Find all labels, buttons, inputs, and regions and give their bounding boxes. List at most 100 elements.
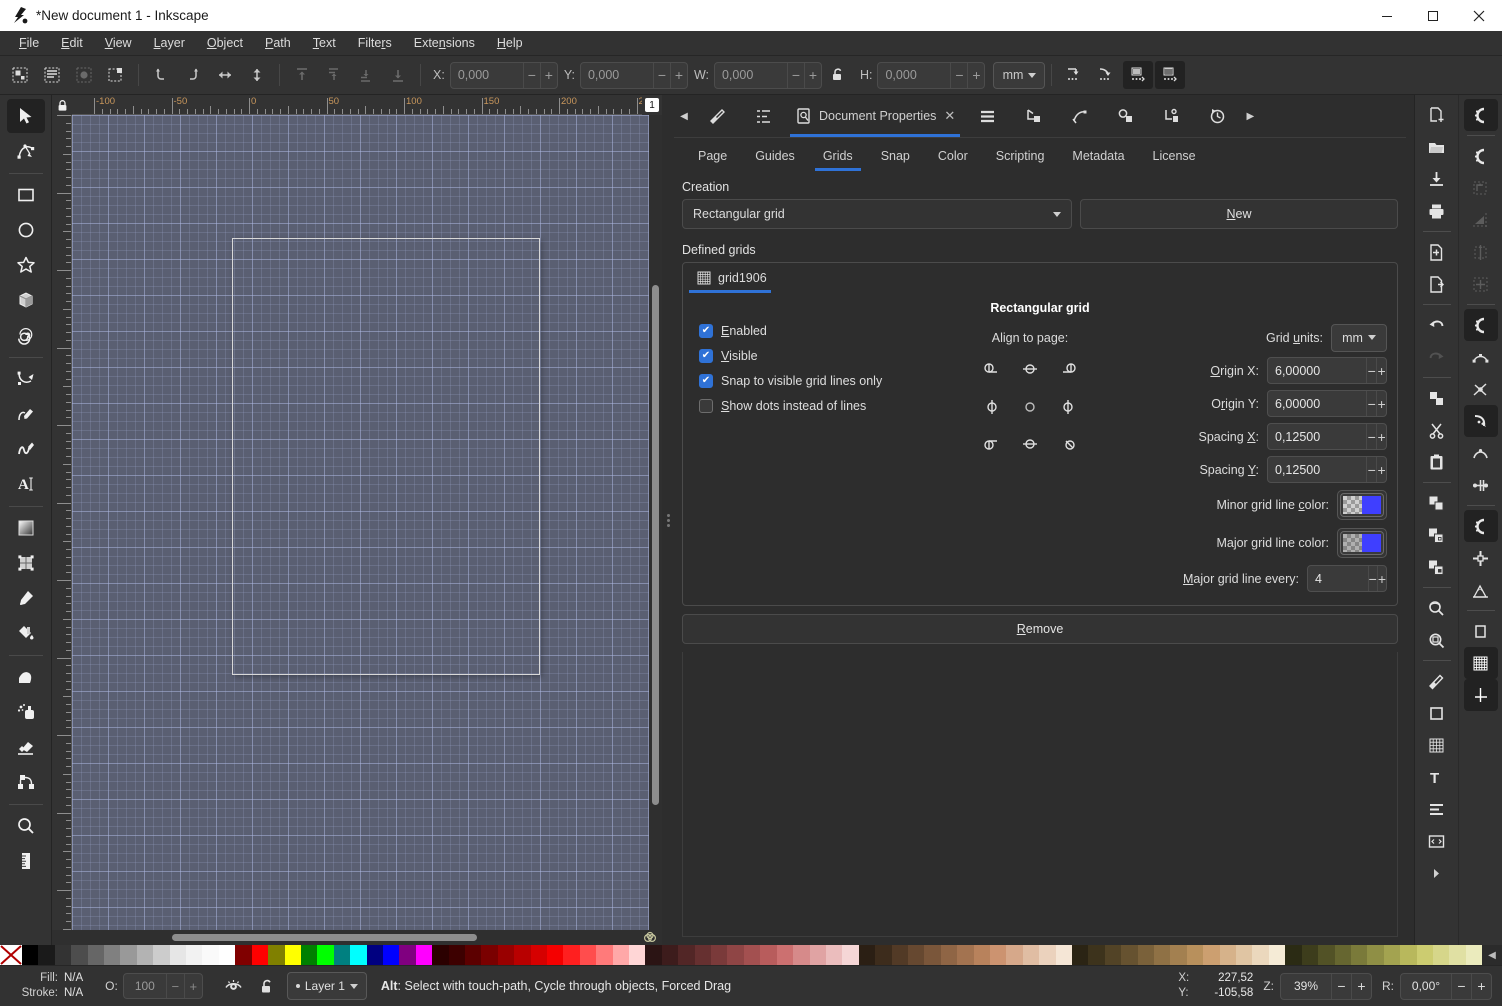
opacity-input[interactable] [124,974,166,998]
origin-y-decrement[interactable]: − [1366,391,1376,416]
subtab-snap[interactable]: Snap [867,138,924,174]
save-document-icon[interactable] [1420,163,1454,195]
palette-swatch[interactable] [449,945,465,965]
palette-swatch[interactable] [399,945,415,965]
flip-vertical-icon[interactable] [242,61,272,89]
select-same-icon[interactable] [69,61,99,89]
subtab-metadata[interactable]: Metadata [1058,138,1138,174]
palette-swatch[interactable] [1433,945,1449,965]
horizontal-scrollbar[interactable] [52,930,640,945]
subtab-page[interactable]: Page [684,138,741,174]
deselect-icon[interactable] [101,61,131,89]
palette-swatch[interactable] [1302,945,1318,965]
transform-pattern-icon[interactable] [1155,61,1185,89]
grid-units-dropdown[interactable]: mm [1331,324,1387,352]
palette-swatch[interactable] [810,945,826,965]
palette-swatch[interactable] [88,945,104,965]
palette-swatch[interactable] [1006,945,1022,965]
pencil-tool[interactable] [7,397,45,431]
snap-bbox-icon[interactable] [1464,140,1498,172]
w-increment-button[interactable]: + [804,63,821,88]
palette-swatch[interactable] [219,945,235,965]
rotate-ccw-icon[interactable] [146,61,176,89]
fill-stroke-indicator[interactable]: Fill: N/A Stroke: N/A [6,971,83,1001]
redo-icon[interactable] [1420,341,1454,373]
menu-filters[interactable]: Filters [347,33,403,53]
palette-swatch[interactable] [1351,945,1367,965]
paintbucket-tool[interactable] [7,616,45,650]
remove-grid-button[interactable]: Remove [682,614,1398,644]
snap-guide-icon[interactable] [1464,679,1498,711]
undo-icon[interactable] [1420,309,1454,341]
palette-swatch[interactable] [268,945,284,965]
palette-swatch[interactable] [416,945,432,965]
palette-swatch[interactable] [892,945,908,965]
palette-swatch[interactable] [596,945,612,965]
ellipse-tool[interactable] [7,213,45,247]
cms-indicator-icon[interactable] [640,930,662,945]
palette-swatch[interactable] [55,945,71,965]
dock-prev-arrow[interactable]: ◀ [674,95,694,137]
palette-swatch[interactable] [629,945,645,965]
palette-expand-arrow[interactable]: ◀ [1482,945,1502,965]
palette-swatch[interactable] [1466,945,1482,965]
calligraphy-tool[interactable] [7,432,45,466]
grid-dialog-icon[interactable] [1420,729,1454,761]
spacing-y-increment[interactable]: + [1376,457,1386,482]
spacing-x-increment[interactable]: + [1376,424,1386,449]
lower-icon[interactable] [351,61,381,89]
x-decrement-button[interactable]: − [523,63,540,88]
menu-object[interactable]: Object [196,33,254,53]
palette-swatch[interactable] [727,945,743,965]
zoom-page-icon[interactable] [1420,592,1454,624]
text-tool[interactable]: A [7,467,45,501]
close-button[interactable] [1456,0,1502,31]
anchor-middle-center[interactable] [1011,389,1049,425]
box3d-tool[interactable] [7,283,45,317]
palette-swatch[interactable] [760,945,776,965]
major-every-input[interactable] [1308,566,1368,591]
palette-swatch[interactable] [1384,945,1400,965]
zoom-drawing-icon[interactable] [1420,624,1454,656]
y-increment-button[interactable]: + [670,63,687,88]
measure-tool[interactable] [7,844,45,878]
palette-swatch[interactable] [1105,945,1121,965]
rotate-cw-icon[interactable] [178,61,208,89]
rotation-field[interactable]: − + [1400,973,1492,1000]
spacing-x-input[interactable] [1268,424,1366,449]
palette-swatch[interactable] [1039,945,1055,965]
eye-icon[interactable] [219,972,249,1000]
palette-swatch[interactable] [1121,945,1137,965]
palette-swatch[interactable] [678,945,694,965]
minimize-button[interactable] [1364,0,1410,31]
palette-swatch[interactable] [1400,945,1416,965]
tweak-tool[interactable] [7,660,45,694]
subtab-license[interactable]: License [1139,138,1210,174]
layer-selector[interactable]: Layer 1 [287,972,367,1000]
grid-type-dropdown[interactable]: Rectangular grid [682,199,1072,229]
spiral-tool[interactable] [7,318,45,352]
palette-swatch[interactable] [498,945,514,965]
rotation-increment[interactable]: + [1471,974,1491,999]
menu-edit[interactable]: Edit [50,33,94,53]
spray-tool[interactable] [7,695,45,729]
palette-swatch[interactable] [252,945,268,965]
palette-swatch[interactable] [1138,945,1154,965]
drawing-canvas[interactable] [72,115,649,930]
palette-swatch[interactable] [1367,945,1383,965]
palette-swatch[interactable] [662,945,678,965]
group-icon[interactable] [1420,487,1454,519]
h-increment-button[interactable]: + [967,63,984,88]
palette-swatch[interactable] [793,945,809,965]
palette-swatch[interactable] [990,945,1006,965]
palette-swatch[interactable] [301,945,317,965]
close-icon[interactable]: ✕ [944,108,955,124]
panel-expand-icon[interactable] [1420,857,1454,889]
origin-y-input[interactable] [1268,391,1366,416]
anchor-top-center[interactable] [1011,353,1049,389]
palette-swatch[interactable] [1318,945,1334,965]
w-field[interactable]: − + [714,62,822,89]
scale-stroke-icon[interactable] [1059,61,1089,89]
rectangle-dialog-icon[interactable] [1420,697,1454,729]
snap-cusp-node-icon[interactable] [1464,405,1498,437]
